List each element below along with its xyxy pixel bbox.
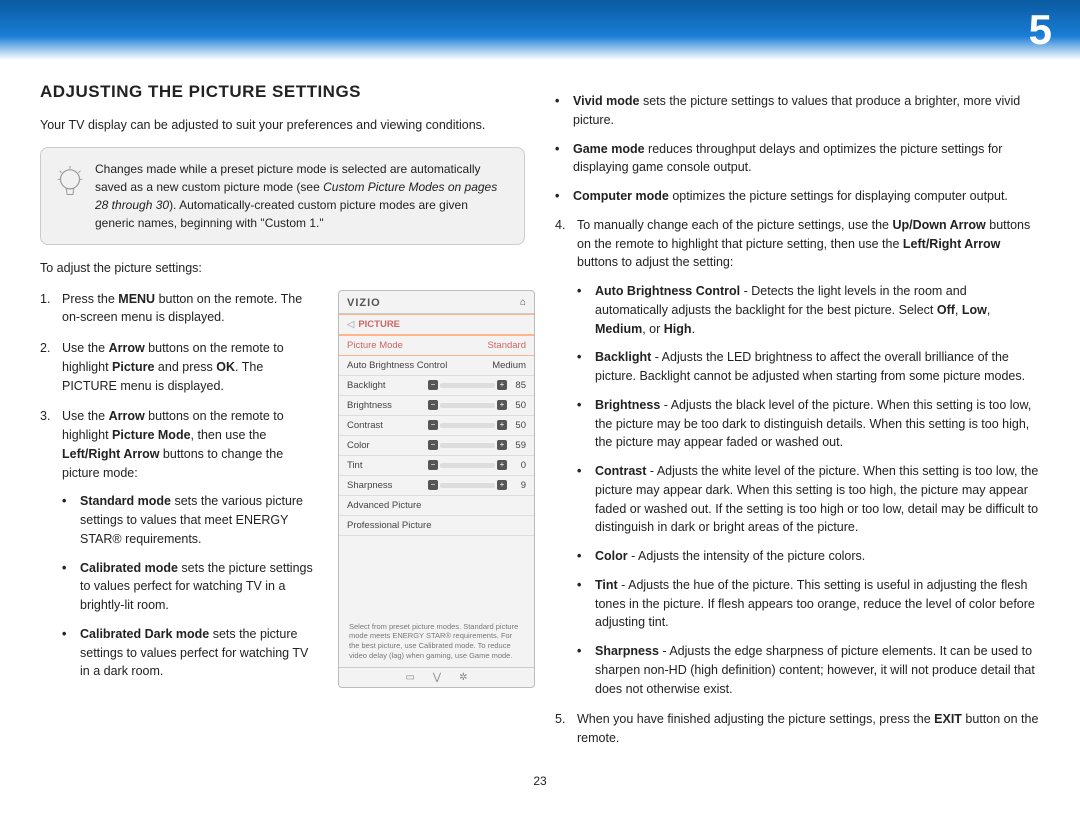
home-icon: ⌂ — [520, 297, 526, 308]
osd-rows: Picture ModeStandardAuto Brightness Cont… — [339, 335, 534, 536]
osd-row: Contrast−+50 — [339, 416, 534, 436]
setting-sharpness: Sharpness - Adjusts the edge sharpness o… — [577, 642, 1040, 698]
step-4: To manually change each of the picture s… — [555, 216, 1040, 699]
tip-box: Changes made while a preset picture mode… — [40, 147, 525, 245]
step-3: Use the Arrow buttons on the remote to h… — [40, 407, 320, 681]
setting-contrast: Contrast - Adjusts the white level of th… — [577, 462, 1040, 537]
mode-sublist: Standard mode sets the various picture s… — [62, 492, 320, 681]
osd-row: Backlight−+85 — [339, 376, 534, 396]
setting-abc: Auto Brightness Control - Detects the li… — [577, 282, 1040, 338]
chapter-header: 5 — [0, 0, 1080, 60]
lightbulb-icon — [55, 166, 85, 204]
right-column: Vivid mode sets the picture settings to … — [555, 82, 1040, 760]
osd-row: Advanced Picture — [339, 496, 534, 516]
osd-logo: VIZIO — [347, 297, 381, 309]
expand-icon: ⋁ — [433, 672, 441, 683]
step-5: When you have finished adjusting the pic… — [555, 710, 1040, 748]
steps-wrap: Press the MENU button on the remote. The… — [40, 290, 525, 682]
osd-footer: ▭ ⋁ ✲ — [339, 667, 534, 687]
chapter-number: 5 — [1029, 6, 1052, 54]
osd-breadcrumb: ◁PICTURE — [339, 314, 534, 335]
osd-row: Color−+59 — [339, 436, 534, 456]
osd-row: Auto Brightness ControlMedium — [339, 356, 534, 376]
setting-tint: Tint - Adjusts the hue of the picture. T… — [577, 576, 1040, 632]
page-number: 23 — [0, 770, 1080, 788]
instruction-list-continued: To manually change each of the picture s… — [555, 216, 1040, 748]
mode-computer: Computer mode optimizes the picture sett… — [555, 187, 1040, 206]
mode-vivid: Vivid mode sets the picture settings to … — [555, 92, 1040, 130]
osd-row: Sharpness−+9 — [339, 476, 534, 496]
section-heading: ADJUSTING THE PICTURE SETTINGS — [40, 82, 525, 102]
wide-icon: ▭ — [405, 672, 414, 683]
step-1: Press the MENU button on the remote. The… — [40, 290, 320, 328]
settings-sublist: Auto Brightness Control - Detects the li… — [577, 282, 1040, 698]
osd-row: Tint−+0 — [339, 456, 534, 476]
osd-row: Picture ModeStandard — [339, 335, 534, 356]
mode-standard: Standard mode sets the various picture s… — [62, 492, 320, 548]
osd-help-text: Select from preset picture modes. Standa… — [339, 616, 534, 667]
setting-color: Color - Adjusts the intensity of the pic… — [577, 547, 1040, 566]
mode-game: Game mode reduces throughput delays and … — [555, 140, 1040, 178]
setting-brightness: Brightness - Adjusts the black level of … — [577, 396, 1040, 452]
intro-paragraph: Your TV display can be adjusted to suit … — [40, 116, 525, 135]
mode-calibrated-dark: Calibrated Dark mode sets the picture se… — [62, 625, 320, 681]
setting-backlight: Backlight - Adjusts the LED brightness t… — [577, 348, 1040, 386]
osd-row: Brightness−+50 — [339, 396, 534, 416]
lead-text: To adjust the picture settings: — [40, 259, 525, 278]
gear-icon: ✲ — [459, 672, 467, 683]
page-body: ADJUSTING THE PICTURE SETTINGS Your TV d… — [0, 60, 1080, 770]
step-2: Use the Arrow buttons on the remote to h… — [40, 339, 320, 395]
left-column: ADJUSTING THE PICTURE SETTINGS Your TV d… — [40, 82, 525, 760]
mode-calibrated: Calibrated mode sets the picture setting… — [62, 559, 320, 615]
osd-row: Professional Picture — [339, 516, 534, 536]
mode-sublist-continued: Vivid mode sets the picture settings to … — [555, 92, 1040, 206]
osd-panel: VIZIO ⌂ ◁PICTURE Picture ModeStandardAut… — [338, 290, 535, 688]
